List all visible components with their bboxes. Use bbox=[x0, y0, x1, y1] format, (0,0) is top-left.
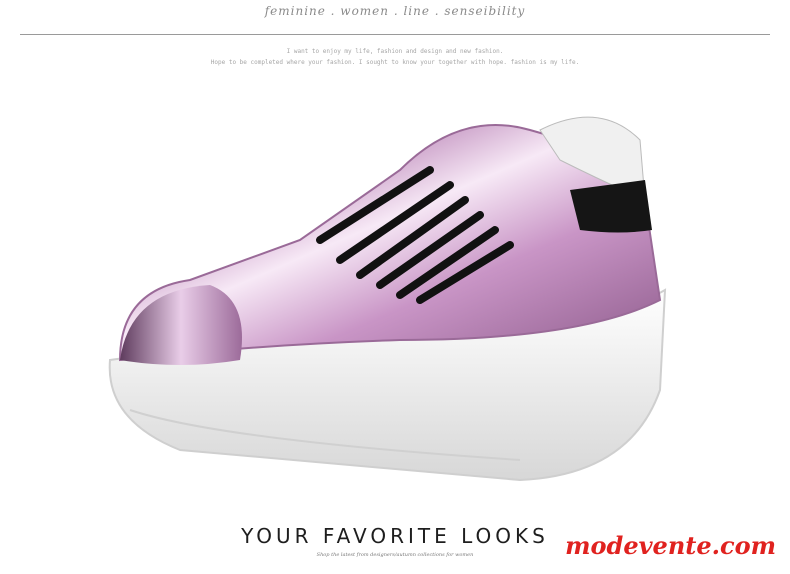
tagline: feminine . women . line . senseibility bbox=[264, 4, 526, 18]
header-divider bbox=[20, 34, 770, 35]
sneaker-icon bbox=[108, 116, 667, 482]
brand-watermark: modevente.com bbox=[565, 531, 776, 560]
intro-note-line-2: Hope to be completed where your fashion.… bbox=[210, 59, 580, 66]
intro-note-line-1: I want to enjoy my life, fashion and des… bbox=[286, 48, 504, 55]
